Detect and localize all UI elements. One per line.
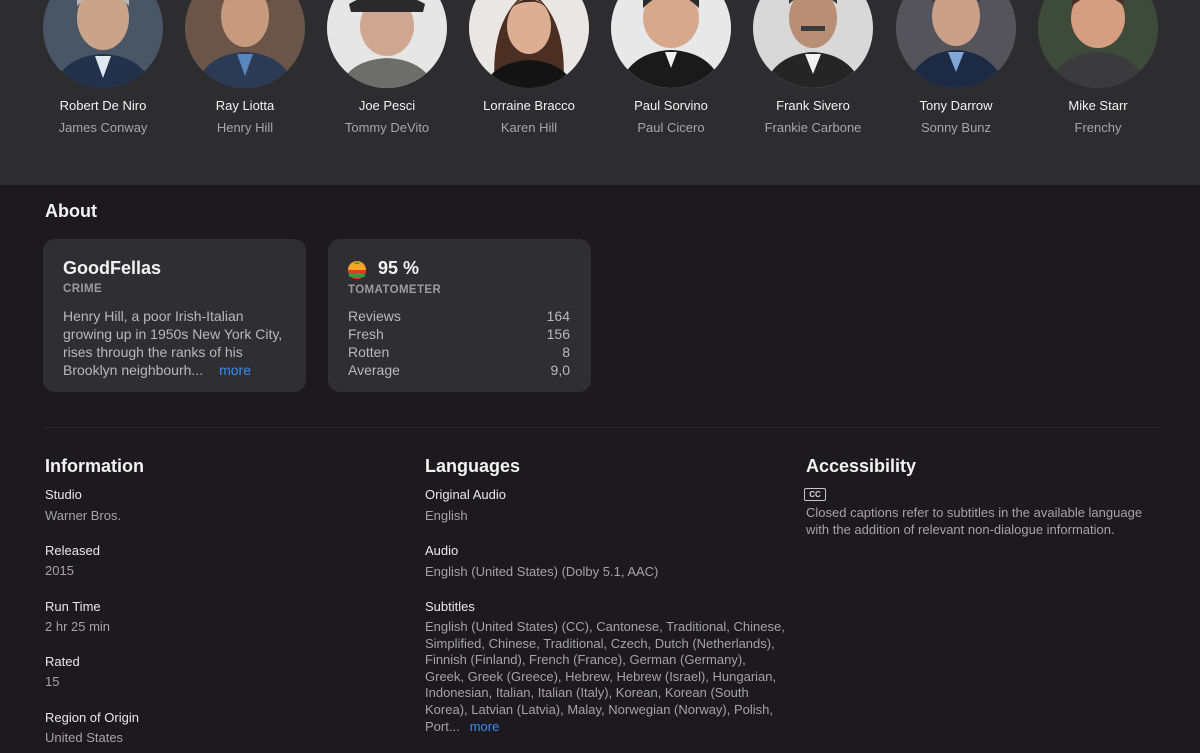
role-name: Tommy DeVito [344,120,430,135]
original-audio-label: Original Audio [425,487,506,502]
actor-name: Joe Pesci [358,98,416,113]
subtitles-more-link[interactable]: more [470,719,500,734]
stat-row-reviews: Reviews 164 [348,308,570,324]
movie-card[interactable]: GoodFellas CRIME Henry Hill, a poor Iris… [43,239,306,392]
accessibility-description: Closed captions refer to subtitles in th… [806,505,1143,537]
accessibility-title: Accessibility [806,456,917,476]
rated-value: 15 [45,674,60,689]
released-label: Released [45,543,100,558]
cast-strip: Robert De Niro James Conway Ray Liotta H… [0,0,1200,185]
role-name: Henry Hill [216,120,274,135]
runtime-label: Run Time [45,599,101,614]
stat-row-rotten: Rotten 8 [348,344,570,360]
subtitles-label: Subtitles [425,599,475,614]
subtitles-value: English (United States) (CC), Cantonese,… [425,619,785,735]
actor-photo [469,0,589,88]
role-name: James Conway [58,120,148,135]
actor-name: Mike Starr [1068,98,1128,113]
tomatometer-label: TOMATOMETER [348,284,442,296]
region-label: Region of Origin [45,710,139,725]
actor-name: Ray Liotta [215,98,275,113]
tomato-icon [346,258,368,280]
studio-label: Studio [45,487,82,502]
original-audio-value: English [425,508,468,523]
tomatometer-card[interactable]: 95 % TOMATOMETER Reviews 164 Fresh 156 Rot… [328,239,591,392]
audio-label: Audio [425,543,459,558]
actor-photo [327,0,447,88]
role-name: Frenchy [1074,120,1122,135]
studio-value: Warner Bros. [45,508,122,523]
information-title: Information [45,456,144,476]
stat-value: 9,0 [550,362,570,378]
stat-value: 8 [562,344,570,360]
stat-row-fresh: Fresh 156 [348,326,570,342]
actor-photo [1038,0,1158,88]
movie-genre: CRIME [63,283,103,295]
audio-value: English (United States) (Dolby 5.1, AAC) [425,564,659,579]
stat-label: Reviews [348,308,401,324]
released-value: 2015 [45,563,74,578]
actor-photo [43,0,163,88]
section-divider [45,427,1160,428]
movie-title: GoodFellas [63,258,162,278]
about-title: About [45,201,97,221]
role-name: Karen Hill [500,120,558,135]
stat-label: Fresh [348,326,384,342]
stat-label: Average [348,362,400,378]
role-name: Frankie Carbone [764,120,862,135]
actor-name: Tony Darrow [919,98,993,113]
rated-label: Rated [45,654,80,669]
languages-title: Languages [425,456,521,476]
actor-name: Lorraine Bracco [483,98,575,113]
actor-name: Frank Sivero [776,98,850,113]
closed-captions-icon: CC [804,488,826,501]
stat-value: 156 [546,326,570,342]
runtime-value: 2 hr 25 min [45,619,111,634]
actor-photo [896,0,1016,88]
role-name: Sonny Bunz [920,120,992,135]
description-more-link[interactable]: more [219,362,251,378]
region-value: United States [45,730,124,745]
actor-photo [185,0,305,88]
tomatometer-score: 95 % [378,258,420,278]
actor-photo [753,0,873,88]
movie-description: Henry Hill, a poor Irish-Italian growing… [63,307,288,379]
stat-row-average: Average 9,0 [348,362,570,378]
subtitles-text: English (United States) (CC), Cantonese,… [425,619,785,734]
actor-name: Paul Sorvino [634,98,708,113]
actor-name: Robert De Niro [59,98,147,113]
stat-value: 164 [546,308,570,324]
role-name: Paul Cicero [637,120,705,135]
stat-label: Rotten [348,344,390,360]
actor-photo [611,0,731,88]
